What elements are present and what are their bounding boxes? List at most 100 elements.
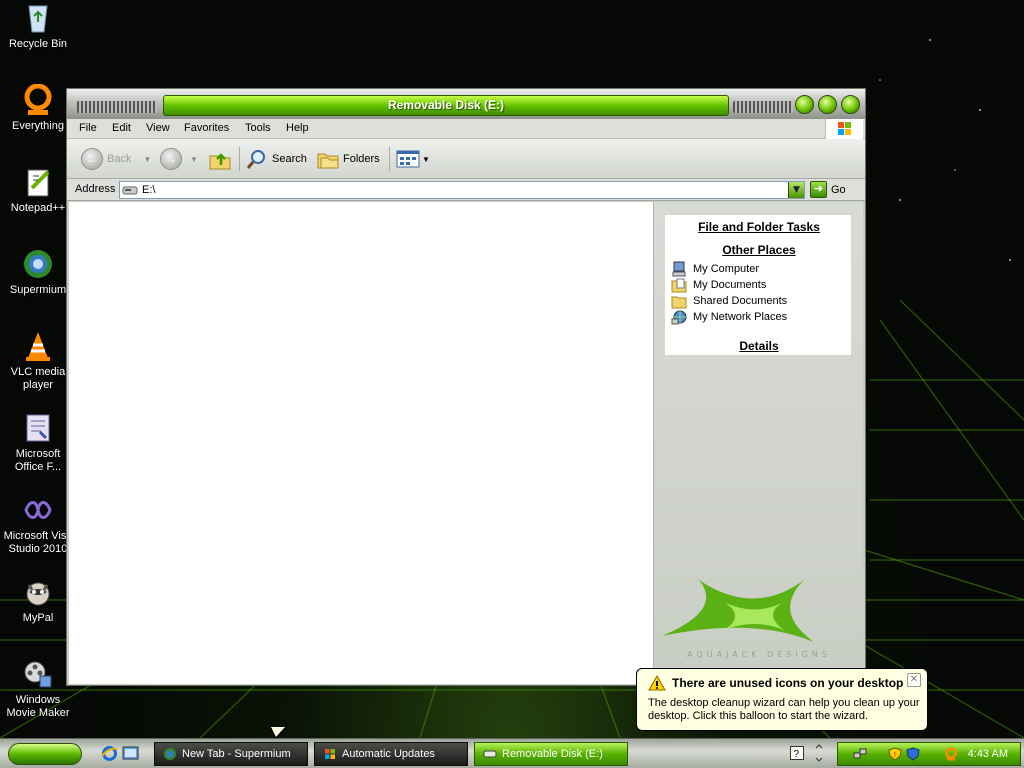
supermium-icon [163,747,177,761]
place-my-network-places[interactable]: My Network Places [671,309,787,325]
place-label: My Computer [693,263,760,275]
help-icon[interactable]: ? [790,746,804,760]
taskbar-button-supermium[interactable]: New Tab - Supermium [154,742,308,766]
search-button[interactable]: Search [245,147,307,171]
close-button[interactable] [841,95,860,114]
file-folder-tasks-heading[interactable]: File and Folder Tasks [665,220,853,234]
start-button[interactable] [8,743,82,765]
go-button[interactable]: ➜ Go [810,181,846,198]
watermark-text: AQUAJACK DESIGNS [687,650,831,659]
place-shared-documents[interactable]: Shared Documents [671,293,787,309]
show-desktop-icon[interactable] [122,745,139,762]
toolbar: ← Back ▼ → ▼ Search Folders ▼ [67,139,865,179]
desktop-icon-label: Everything [12,120,64,132]
recycle-bin-icon [22,2,54,34]
search-icon [246,150,265,169]
titlebar-grille-right [733,101,793,113]
maximize-button[interactable] [818,95,837,114]
go-label: Go [831,183,846,196]
movie-maker-icon [22,658,54,690]
windows-update-icon [323,747,337,761]
address-input[interactable]: E:\ ▼ [119,181,805,199]
visual-studio-icon [22,494,54,526]
desktop-icon-label: Windows Movie Maker [6,694,70,719]
forward-arrow-icon: → [160,148,182,170]
desktop-icon-label: Microsoft Visu Studio 2010 [3,530,73,555]
taskbar-button-label: Removable Disk (E:) [502,748,603,760]
back-arrow-icon: ← [81,148,103,170]
desktop-icon-label: VLC media player [10,366,66,391]
task-pane: File and Folder Tasks Other Places My Co… [653,202,863,684]
desktop-icon-office[interactable]: Microsoft Office F... [0,412,76,474]
task-box: File and Folder Tasks Other Places My Co… [664,214,852,356]
tray-expand-icon[interactable] [814,744,824,762]
taskbar-button-label: New Tab - Supermium [182,748,291,760]
security-shield-icon[interactable]: ! [888,747,902,761]
views-button[interactable]: ▼ [396,147,430,171]
taskbar-button-removable-disk[interactable]: Removable Disk (E:) [474,742,628,766]
desktop-icon-vlc[interactable]: VLC media player [0,330,76,392]
desktop-icon-recycle-bin[interactable]: Recycle Bin [0,2,76,51]
desktop-icon-label: Supermium [9,284,67,296]
desktop-icon-visual-studio[interactable]: Microsoft Visu Studio 2010 [0,494,76,556]
up-folder-button[interactable] [208,147,232,171]
address-dropdown-button[interactable]: ▼ [788,182,804,198]
file-list-area[interactable] [69,202,653,684]
folders-label: Folders [343,153,380,165]
svg-text:!: ! [894,751,897,759]
menu-help[interactable]: Help [286,122,309,134]
desktop-icon-movie-maker[interactable]: Windows Movie Maker [0,658,76,720]
minimize-button[interactable] [795,95,814,114]
supermium-icon [22,248,54,280]
vlc-cone-icon [22,330,54,362]
title-bar[interactable]: Removable Disk (E:) [67,89,865,119]
balloon-title: There are unused icons on your desktop [672,676,904,690]
address-value: E:\ [142,184,156,196]
folders-button[interactable]: Folders [316,147,380,171]
place-label: My Network Places [693,311,788,323]
my-documents-icon [671,277,687,293]
desktop-icon-notepadpp[interactable]: Notepad++ [0,166,76,215]
windows-flag-logo [825,119,863,139]
explorer-window: Removable Disk (E:) File Edit View Favor… [66,88,866,686]
forward-button[interactable]: → ▼ [160,147,198,171]
network-icon[interactable] [853,747,867,761]
internet-explorer-icon[interactable] [101,745,118,762]
place-label: My Documents [693,279,767,291]
place-my-documents[interactable]: My Documents [671,277,766,293]
network-places-icon [671,309,687,325]
titlebar-grille-left [77,101,157,113]
menu-tools[interactable]: Tools [245,122,271,134]
warning-icon [648,675,666,691]
mypal-raccoon-icon [22,576,54,608]
cleanup-balloon[interactable]: There are unused icons on your desktop ✕… [636,668,928,731]
svg-text:?: ? [794,749,800,760]
balloon-body: The desktop cleanup wizard can help you … [648,697,920,722]
desktop-icon-label: Recycle Bin [8,38,68,50]
office-form-icon [22,412,54,444]
desktop-icon-label: MyPal [22,612,54,624]
back-button[interactable]: ← Back ▼ [81,147,151,171]
desktop-icon-supermium[interactable]: Supermium [0,248,76,297]
taskbar-button-label: Automatic Updates [342,748,435,760]
search-tray-icon[interactable] [944,747,958,761]
windows-update-tray-icon[interactable] [906,747,920,761]
menu-favorites[interactable]: Favorites [184,122,229,134]
chevron-down-icon: ▼ [422,154,430,164]
taskbar-button-automatic-updates[interactable]: Automatic Updates [314,742,468,766]
desktop-icon-mypal[interactable]: MyPal [0,576,76,625]
my-computer-icon [671,261,687,277]
desktop-icon-everything[interactable]: Everything [0,83,76,133]
place-my-computer[interactable]: My Computer [671,261,759,277]
other-places-heading[interactable]: Other Places [665,243,853,257]
back-label: Back [107,153,132,165]
menu-file[interactable]: File [79,122,97,134]
address-bar: Address E:\ ▼ ➜ Go [67,179,865,201]
menu-view[interactable]: View [146,122,170,134]
menu-edit[interactable]: Edit [112,122,131,134]
details-heading[interactable]: Details [665,339,853,353]
toolbar-separator [389,147,390,171]
shared-documents-icon [671,293,687,309]
balloon-close-button[interactable]: ✕ [907,673,921,687]
search-label: Search [272,153,307,165]
